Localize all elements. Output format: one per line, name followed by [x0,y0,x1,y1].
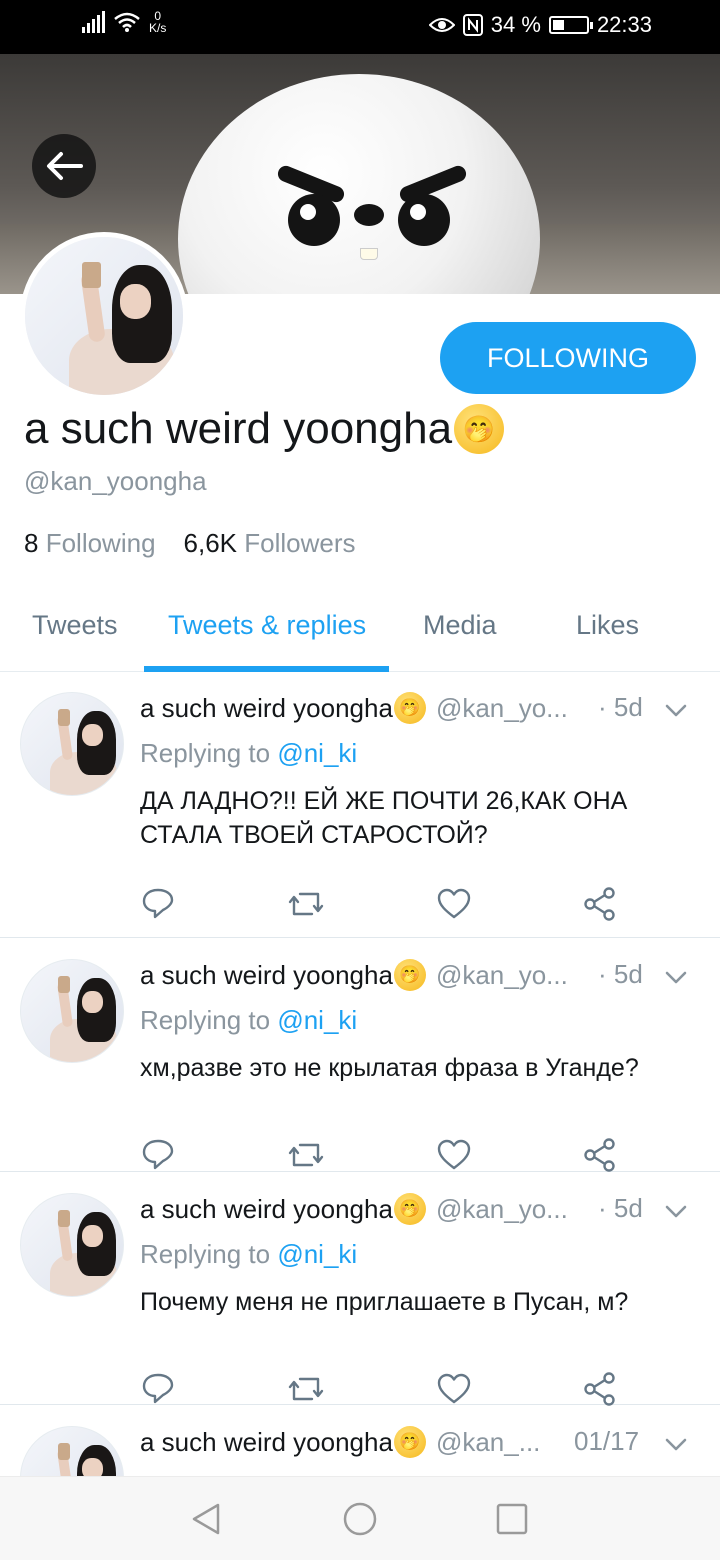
like-icon[interactable] [436,1137,472,1173]
status-right: 34 % 22:33 [428,12,652,38]
tweet-actions [140,1137,640,1177]
back-button[interactable] [32,134,96,198]
following-label: Following [45,528,156,558]
mention-link[interactable]: @ni_ki [277,1005,357,1035]
eye-icon [428,18,455,32]
tweet-text: ДА ЛАДНО?!! ЕЙ ЖЕ ПОЧТИ 26,КАК ОНА СТАЛА… [140,787,628,849]
hand-over-mouth-emoji: 🤭 [393,1193,426,1225]
nav-back-icon[interactable] [188,1501,224,1537]
hand-over-mouth-emoji: 🤭 [393,1426,426,1458]
retweet-icon[interactable] [288,886,324,922]
banner-mascot [178,74,540,294]
following-count: 8 [24,528,39,558]
status-bar: 0 K/s 34 % 22:33 [0,0,720,54]
tweet-replying-to: Replying to @ni_ki [140,738,357,769]
tab-tweets[interactable]: Tweets [32,610,118,641]
clock: 22:33 [596,12,652,37]
tweet-timestamp: · 5d [598,1193,643,1223]
tweet-avatar[interactable] [20,959,124,1063]
share-icon[interactable] [582,886,618,922]
tweet-header: a such weird yoongha 🤭 @kan_yo... [140,692,568,724]
tweet-item[interactable]: a such weird yoongha 🤭 @kan_yo... · 5d Reply… [0,672,720,938]
share-icon[interactable] [582,1371,618,1407]
tweet-replying-to: Replying to @ni_ki [140,1005,357,1036]
network-speed: 0 K/s [149,10,166,34]
profile-handle: @kan_yoongha [24,466,207,496]
nfc-icon [462,14,483,36]
tweet-author-handle: @kan_yo... [435,1193,568,1224]
tweet-text: Почему меня не приглашаете в Пусан, м? [140,1288,629,1316]
battery-percent: 34 % [490,12,541,37]
tweet-author-handle: @kan_yo... [435,692,568,723]
like-icon[interactable] [436,1371,472,1407]
tweet-replying-to: Replying to @ni_ki [140,1239,357,1270]
mention-link[interactable]: @ni_ki [277,1239,357,1269]
following-stat[interactable]: 8 Following [24,528,156,559]
tab-media[interactable]: Media [423,610,497,641]
tweet-timestamp: · 5d [598,692,643,722]
tweet-header: a such weird yoongha 🤭 @kan_yo... [140,959,568,991]
tweet-timestamp: · 5d [598,959,643,989]
followers-stat[interactable]: 6,6K Followers [184,528,356,559]
status-left: 0 K/s [82,10,166,34]
nav-home-icon[interactable] [342,1501,378,1537]
chevron-down-icon[interactable] [662,696,690,724]
tweet-author-name: a such weird yoongha [140,1426,393,1457]
tweet-author-handle: @kan_... [435,1426,541,1457]
tweet-text: хм,разве это не крылатая фраза в Уганде? [140,1054,639,1082]
like-icon[interactable] [436,886,472,922]
replying-to-label: Replying to [140,1005,271,1035]
battery-fill [552,20,564,30]
back-arrow-icon [47,152,83,180]
tweet-item[interactable]: a such weird yoongha 🤭 @kan_yo... · 5d Reply… [0,939,720,1172]
retweet-icon[interactable] [288,1371,324,1407]
reply-icon[interactable] [140,1371,176,1407]
tweet-item[interactable]: a such weird yoongha 🤭 @kan_... 01/17 [0,1406,720,1530]
tab-tweets-replies[interactable]: Tweets & replies [168,610,366,641]
followers-label: Followers [244,528,356,558]
followers-count: 6,6K [183,528,238,558]
chevron-down-icon[interactable] [662,1197,690,1225]
tweet-author-name: a such weird yoongha [140,959,393,990]
profile-tabs: Tweets Tweets & replies Media Likes [0,594,720,672]
tweet-author-name: a such weird yoongha [140,1193,393,1224]
chevron-down-icon[interactable] [662,963,690,991]
share-icon[interactable] [582,1137,618,1173]
profile-avatar[interactable] [20,232,188,400]
battery-icon [548,16,593,34]
network-speed-unit: K/s [149,21,167,35]
tweet-actions [140,1371,640,1411]
chevron-down-icon[interactable] [662,1430,690,1458]
tweet-author-name: a such weird yoongha [140,692,393,723]
replying-to-label: Replying to [140,1239,271,1269]
reply-icon[interactable] [140,886,176,922]
tab-likes[interactable]: Likes [576,610,639,641]
tweet-avatar[interactable] [20,692,124,796]
tweet-header: a such weird yoongha 🤭 @kan_... [140,1426,540,1458]
following-button[interactable]: FOLLOWING [440,322,696,394]
profile-display-name: a such weird yoongha 🤭 [24,404,505,454]
hand-over-mouth-emoji: 🤭 [393,692,426,724]
nav-recents-icon[interactable] [494,1501,530,1537]
tweet-item[interactable]: a such weird yoongha 🤭 @kan_yo... · 5d Reply… [0,1173,720,1406]
system-navigation-bar [0,1476,720,1560]
replying-to-label: Replying to [140,738,271,768]
reply-icon[interactable] [140,1137,176,1173]
hand-over-mouth-emoji: 🤭 [393,959,426,991]
tweet-timestamp: 01/17 [574,1426,640,1456]
profile-name-text: a such weird yoongha [24,404,453,453]
wifi-icon [114,12,140,32]
tweet-header: a such weird yoongha 🤭 @kan_yo... [140,1193,568,1225]
retweet-icon[interactable] [288,1137,324,1173]
mention-link[interactable]: @ni_ki [277,738,357,768]
tweet-author-handle: @kan_yo... [435,959,568,990]
tweet-actions [140,886,640,926]
signal-icon [82,11,105,33]
hand-over-mouth-emoji: 🤭 [454,404,505,454]
profile-stats: 8 Following 6,6K Followers [24,528,356,559]
tweet-avatar[interactable] [20,1193,124,1297]
